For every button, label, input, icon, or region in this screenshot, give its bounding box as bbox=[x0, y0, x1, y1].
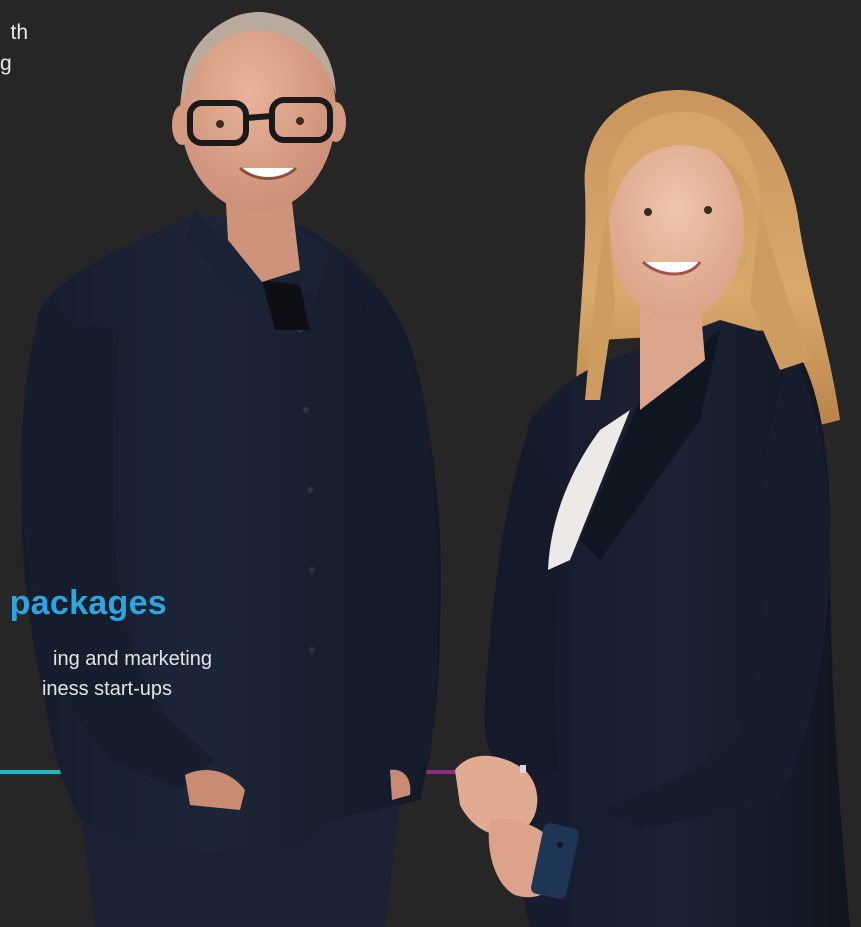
team-photo bbox=[0, 0, 861, 927]
man-figure bbox=[21, 12, 441, 927]
page: th g packages ing and marketing iness st… bbox=[0, 0, 861, 927]
packages-description-line: ing and marketing bbox=[53, 648, 212, 670]
packages-heading: packages bbox=[0, 582, 175, 626]
intro-text-fragment: th g bbox=[0, 17, 40, 79]
intro-text-line: th bbox=[10, 21, 28, 44]
packages-heading-text: packages bbox=[9, 584, 167, 622]
packages-description: ing and marketing iness start-ups bbox=[0, 644, 215, 704]
packages-description-line: iness start-ups bbox=[41, 678, 172, 700]
woman-figure bbox=[455, 90, 850, 927]
intro-text-line: g bbox=[0, 52, 12, 75]
